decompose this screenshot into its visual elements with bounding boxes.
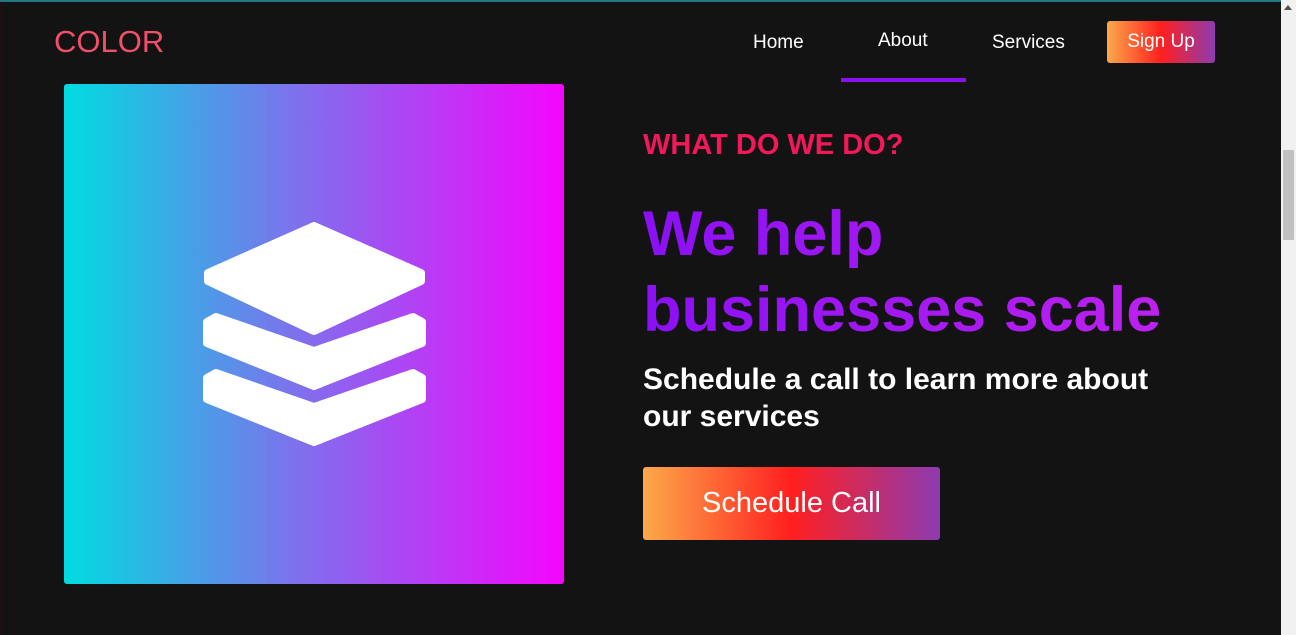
headline: We help businesses scale [643,196,1243,348]
scrollbar[interactable] [1281,0,1296,635]
nav-services[interactable]: Services [992,32,1065,54]
sign-up-button[interactable]: Sign Up [1107,21,1215,63]
nav-home[interactable]: Home [753,32,804,54]
logo[interactable]: COLOR [54,24,164,60]
schedule-call-button[interactable]: Schedule Call [643,467,940,540]
layers-icon [203,222,426,446]
scrollbar-thumb[interactable] [1283,150,1294,240]
left-edge [0,2,3,635]
top-border [0,0,1281,2]
hero-image [64,84,564,584]
section-kicker: WHAT DO WE DO? [643,129,904,161]
nav-about[interactable]: About [878,30,928,52]
scroll-up-arrow-icon[interactable] [1284,5,1292,10]
active-nav-indicator [841,78,966,82]
subtitle: Schedule a call to learn more about our … [643,363,1149,433]
